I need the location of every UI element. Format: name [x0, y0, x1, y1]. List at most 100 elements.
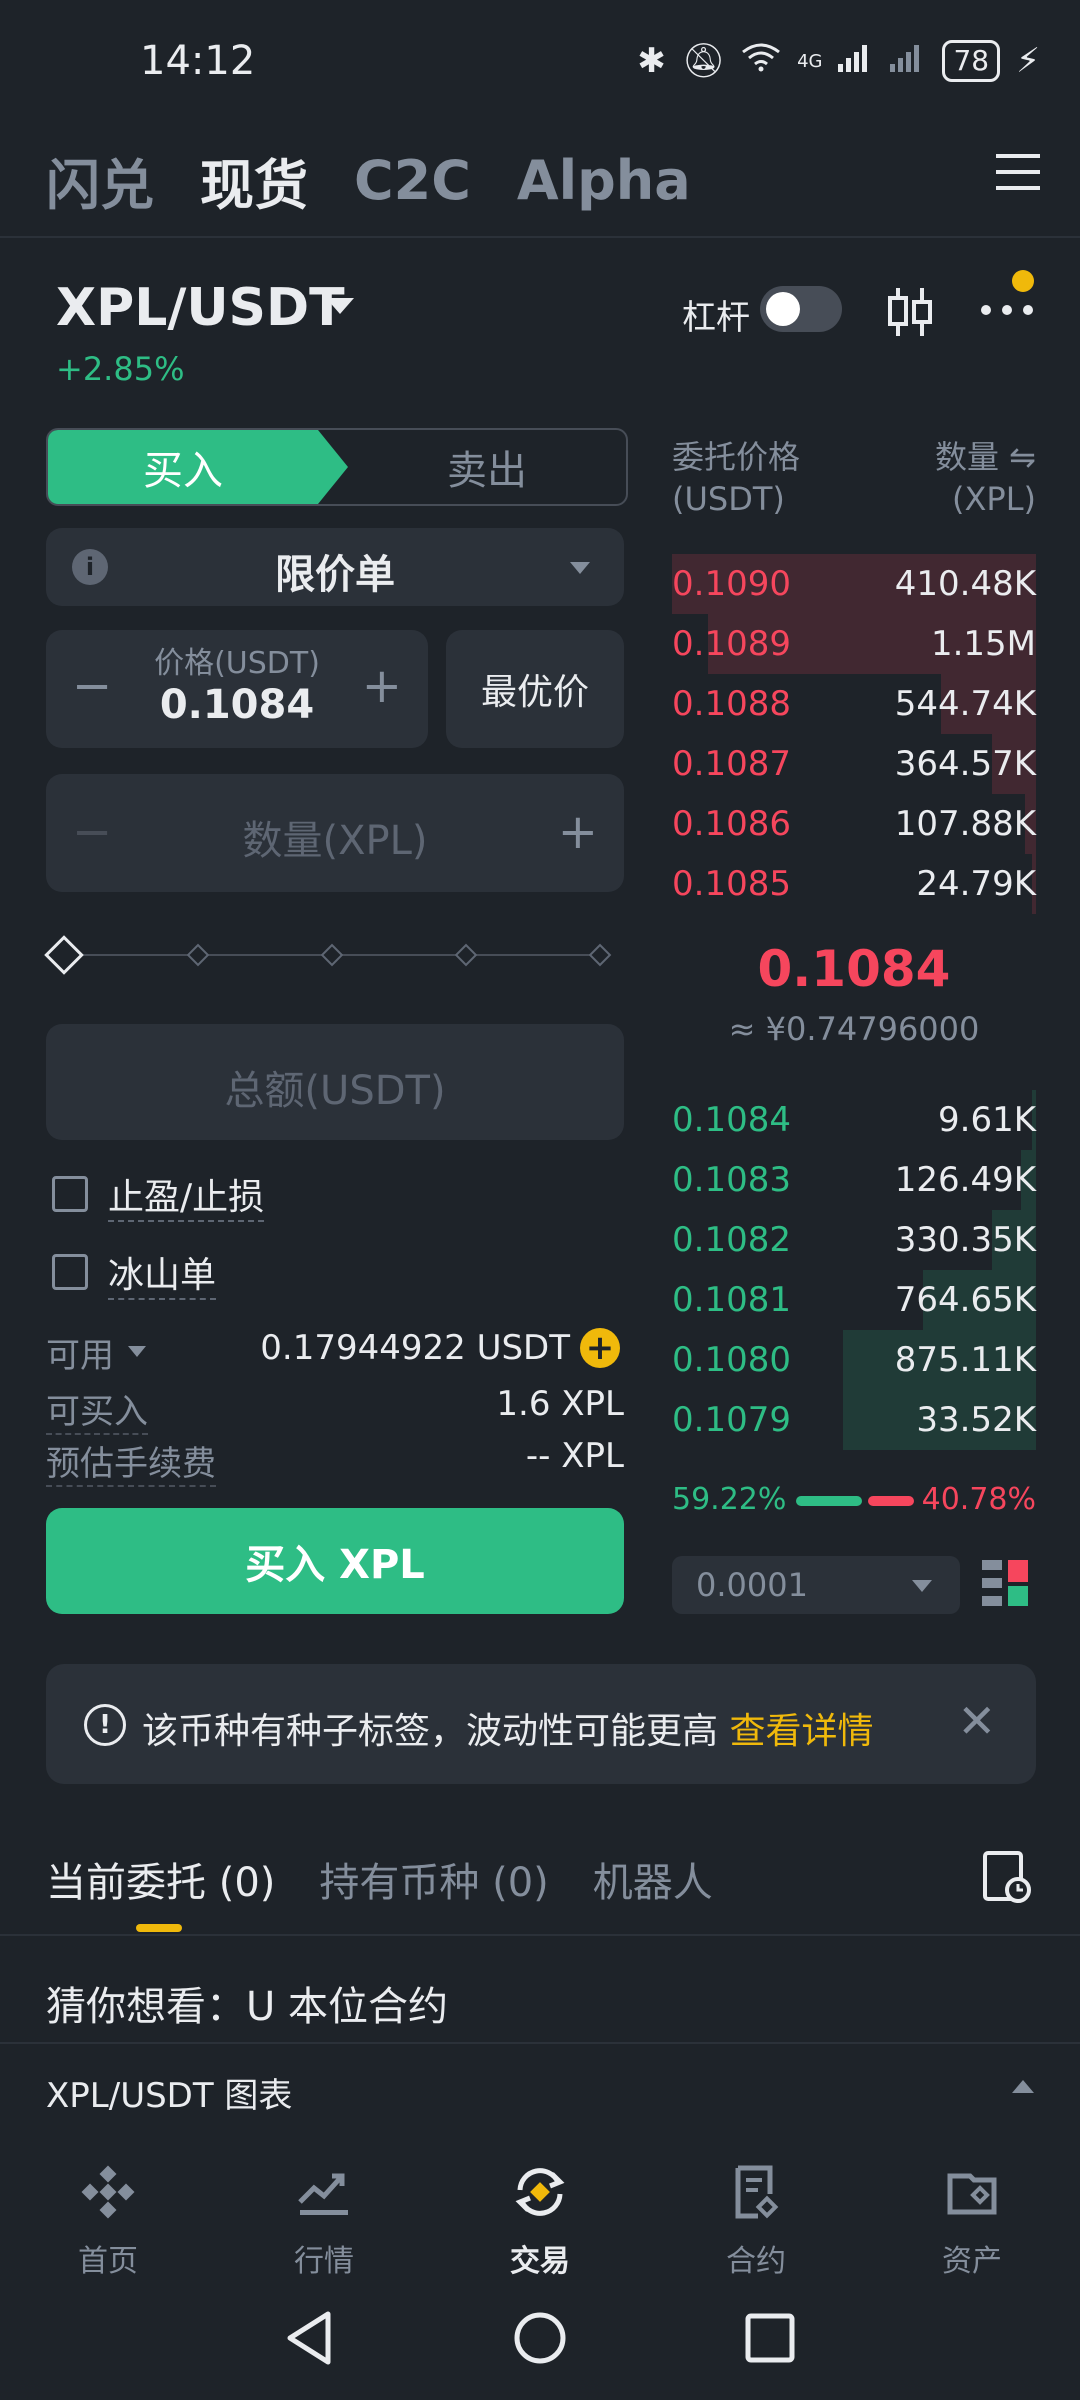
tab-spot[interactable]: 现货 — [200, 141, 308, 220]
ask-price: 0.1089 — [672, 624, 791, 664]
last-price[interactable]: 0.1084 — [672, 940, 1036, 998]
ob-qty-header[interactable]: 数量 ⇋ — [935, 432, 1036, 478]
ob-price-unit: (USDT) — [672, 480, 785, 518]
bid-row[interactable]: 0.1083 126.49K — [672, 1150, 1036, 1210]
fee-label: 预估手续费 — [46, 1436, 216, 1487]
precision-select[interactable]: 0.0001 — [672, 1556, 960, 1614]
slider-mark-100[interactable] — [588, 943, 612, 967]
tab-bots[interactable]: 机器人 — [593, 1850, 713, 1908]
price-input[interactable]: − 价格(USDT) 0.1084 + — [46, 630, 428, 748]
sell-tab[interactable]: 卖出 — [348, 430, 626, 504]
leverage-toggle[interactable] — [760, 286, 842, 332]
alert-link[interactable]: 查看详情 — [729, 1711, 873, 1752]
chevron-up-icon[interactable] — [1012, 2080, 1034, 2093]
order-history-icon[interactable] — [982, 1850, 1032, 1904]
fee-value: -- XPL — [525, 1436, 624, 1476]
battery-icon: 78 — [942, 40, 1001, 82]
tab-holdings[interactable]: 持有币种 (0) — [319, 1850, 548, 1908]
bluetooth-icon: ✱ — [637, 41, 666, 81]
bid-price: 0.1082 — [672, 1220, 791, 1260]
system-nav — [0, 2280, 1080, 2400]
tab-c2c[interactable]: C2C — [354, 149, 471, 212]
bid-row[interactable]: 0.1082 330.35K — [672, 1210, 1036, 1270]
bid-row[interactable]: 0.1081 764.65K — [672, 1270, 1036, 1330]
pair-selector[interactable]: XPL/USDT — [56, 278, 345, 338]
candlestick-icon[interactable] — [882, 284, 938, 340]
warning-icon: ! — [84, 1704, 126, 1746]
ask-row[interactable]: 0.1085 24.79K — [672, 854, 1036, 914]
menu-icon[interactable] — [994, 148, 1042, 196]
wallet-icon — [947, 2173, 997, 2215]
ask-price: 0.1085 — [672, 864, 791, 904]
bid-row[interactable]: 0.1084 9.61K — [672, 1090, 1036, 1150]
buy-tab[interactable]: 买入 — [48, 430, 348, 504]
ask-row[interactable]: 0.1086 107.88K — [672, 794, 1036, 854]
binance-logo-icon — [81, 2165, 135, 2219]
tabs-divider — [0, 1934, 1080, 1936]
ask-row[interactable]: 0.1087 364.57K — [672, 734, 1036, 794]
bid-qty: 33.52K — [916, 1400, 1036, 1440]
ask-qty: 410.48K — [894, 564, 1036, 604]
chart-icon — [298, 2173, 348, 2215]
more-icon[interactable] — [978, 290, 1036, 330]
slider-mark-25[interactable] — [186, 943, 210, 967]
ask-row[interactable]: 0.1088 544.74K — [672, 674, 1036, 734]
charging-icon: ⚡︎ — [1016, 41, 1040, 81]
orderbook-layout-icon[interactable] — [980, 1558, 1030, 1610]
price-increase-button[interactable]: + — [362, 658, 402, 714]
close-icon[interactable]: ✕ — [957, 1694, 996, 1748]
ask-row[interactable]: 0.1090 410.48K — [672, 554, 1036, 614]
bid-price: 0.1080 — [672, 1340, 791, 1380]
back-icon[interactable] — [284, 2310, 334, 2366]
iceberg-checkbox[interactable] — [52, 1254, 88, 1290]
slider-mark-75[interactable] — [454, 943, 478, 967]
tab-open-orders[interactable]: 当前委托 (0) — [46, 1850, 275, 1908]
buy-sell-ratio: 59.22% 40.78% — [672, 1480, 1036, 1520]
nav-futures[interactable]: 合约 — [648, 2132, 864, 2279]
available-label[interactable]: 可用 — [46, 1328, 114, 1377]
slider-handle[interactable] — [44, 935, 84, 975]
bid-row[interactable]: 0.1079 33.52K — [672, 1390, 1036, 1450]
order-type-label: 限价单 — [275, 552, 395, 598]
trade-icon — [515, 2168, 565, 2216]
total-placeholder: 总额(USDT) — [224, 1068, 446, 1114]
nav-label: 交易 — [510, 2244, 570, 2279]
slider-mark-50[interactable] — [320, 943, 344, 967]
buy-button[interactable]: 买入 XPL — [46, 1508, 624, 1614]
status-bar: 14:12 ✱ 🔕︎ 4G 78 ⚡︎ — [0, 0, 1080, 130]
order-type-select[interactable]: i 限价单 — [46, 528, 624, 606]
tp-sl-checkbox[interactable] — [52, 1176, 88, 1212]
ask-row[interactable]: 0.1089 1.15M — [672, 614, 1036, 674]
bid-row[interactable]: 0.1080 875.11K — [672, 1330, 1036, 1390]
alert-text: 该币种有种子标签，波动性可能更高 — [142, 1711, 719, 1752]
available-caret-icon[interactable] — [128, 1346, 146, 1357]
suggestion-title[interactable]: 猜你想看：U 本位合约 — [46, 1974, 448, 2032]
chart-row[interactable]: XPL/USDT 图表 — [0, 2042, 1080, 2134]
quantity-input[interactable]: − 数量(XPL) + — [46, 774, 624, 892]
top-tabs: 闪兑 现货 C2C Alpha — [46, 130, 691, 230]
best-price-button[interactable]: 最优价 — [446, 630, 624, 748]
buy-ratio: 59.22% — [672, 1482, 787, 1517]
nav-trade[interactable]: 交易 — [432, 2132, 648, 2279]
qty-increase-button[interactable]: + — [558, 804, 598, 860]
toggle-knob — [766, 292, 800, 326]
bid-qty: 764.65K — [894, 1280, 1036, 1320]
add-funds-icon[interactable]: + — [580, 1328, 620, 1368]
nav-markets[interactable]: 行情 — [216, 2132, 432, 2279]
tab-alpha[interactable]: Alpha — [517, 149, 691, 212]
chevron-down-icon — [912, 1580, 932, 1592]
network-type: 4G — [797, 50, 823, 72]
mute-icon: 🔕︎ — [681, 41, 726, 81]
nav-assets[interactable]: 资产 — [864, 2132, 1080, 2279]
amount-slider[interactable] — [44, 935, 616, 975]
pair-caret-icon[interactable] — [326, 298, 354, 314]
recents-icon[interactable] — [744, 2312, 796, 2364]
total-input[interactable]: 总额(USDT) — [46, 1024, 624, 1140]
tab-convert[interactable]: 闪兑 — [46, 141, 154, 220]
iceberg-label[interactable]: 冰山单 — [108, 1246, 217, 1300]
precision-value: 0.0001 — [696, 1566, 808, 1604]
last-price-cny: ≈ ¥0.74796000 — [728, 1010, 980, 1048]
nav-home[interactable]: 首页 — [0, 2132, 216, 2279]
tp-sl-label[interactable]: 止盈/止损 — [108, 1168, 265, 1222]
home-icon[interactable] — [512, 2310, 568, 2366]
